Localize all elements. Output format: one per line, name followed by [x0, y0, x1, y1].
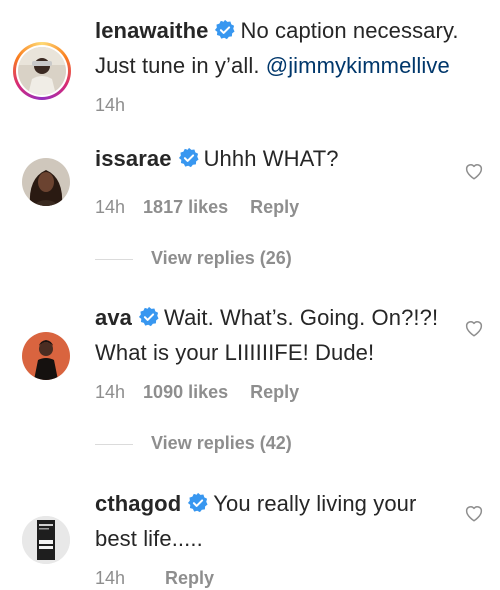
- comment-time[interactable]: 14h: [95, 382, 125, 402]
- post-caption: lenawaithe No caption necessary. Just tun…: [95, 15, 490, 82]
- comment-text-3: cthagod You really living your best life.…: [95, 488, 440, 555]
- likes-count[interactable]: 1090 likes: [143, 382, 228, 402]
- comment-meta-3: 14h Reply: [95, 566, 214, 590]
- post-time[interactable]: 14h: [95, 95, 125, 115]
- comment-meta-1: 14h 1817 likes Reply: [95, 195, 299, 219]
- divider-line: [95, 258, 133, 260]
- reply-button[interactable]: Reply: [250, 382, 299, 402]
- view-replies-button[interactable]: View replies (42): [95, 431, 292, 455]
- divider-line: [95, 443, 133, 445]
- comment-username[interactable]: cthagod: [95, 491, 181, 516]
- comment-time[interactable]: 14h: [95, 568, 125, 588]
- comment-body: Uhhh WHAT?: [203, 146, 339, 171]
- view-replies-label: View replies (26): [151, 248, 292, 268]
- comment-meta-2: 14h 1090 likes Reply: [95, 380, 299, 404]
- view-replies-label: View replies (42): [151, 433, 292, 453]
- comment-text-2: ava Wait. What’s. Going. On?!?! What is y…: [95, 302, 465, 369]
- likes-count[interactable]: 1817 likes: [143, 197, 228, 217]
- post-avatar[interactable]: [13, 42, 71, 100]
- comment-avatar-ava[interactable]: [22, 332, 70, 380]
- heart-outline-icon[interactable]: [464, 319, 484, 337]
- verified-badge-icon: [187, 491, 209, 523]
- mention-link[interactable]: @jimmykimmellive: [266, 53, 450, 78]
- verified-badge-icon: [178, 146, 200, 178]
- comment-avatar-cthagod[interactable]: [22, 516, 70, 564]
- verified-badge-icon: [138, 305, 160, 337]
- comment-username[interactable]: issarae: [95, 146, 172, 171]
- comment-avatar-issarae[interactable]: [22, 158, 70, 206]
- reply-button[interactable]: Reply: [250, 197, 299, 217]
- reply-button[interactable]: Reply: [165, 568, 214, 588]
- heart-outline-icon[interactable]: [464, 162, 484, 180]
- post-meta: 14h: [95, 93, 125, 117]
- comment-text-1: issarae Uhhh WHAT?: [95, 143, 440, 178]
- view-replies-button[interactable]: View replies (26): [95, 246, 292, 270]
- avatar-image: [18, 47, 66, 95]
- post-username[interactable]: lenawaithe: [95, 18, 208, 43]
- verified-badge-icon: [214, 18, 236, 50]
- comment-time[interactable]: 14h: [95, 197, 125, 217]
- heart-outline-icon[interactable]: [464, 504, 484, 522]
- comment-username[interactable]: ava: [95, 305, 132, 330]
